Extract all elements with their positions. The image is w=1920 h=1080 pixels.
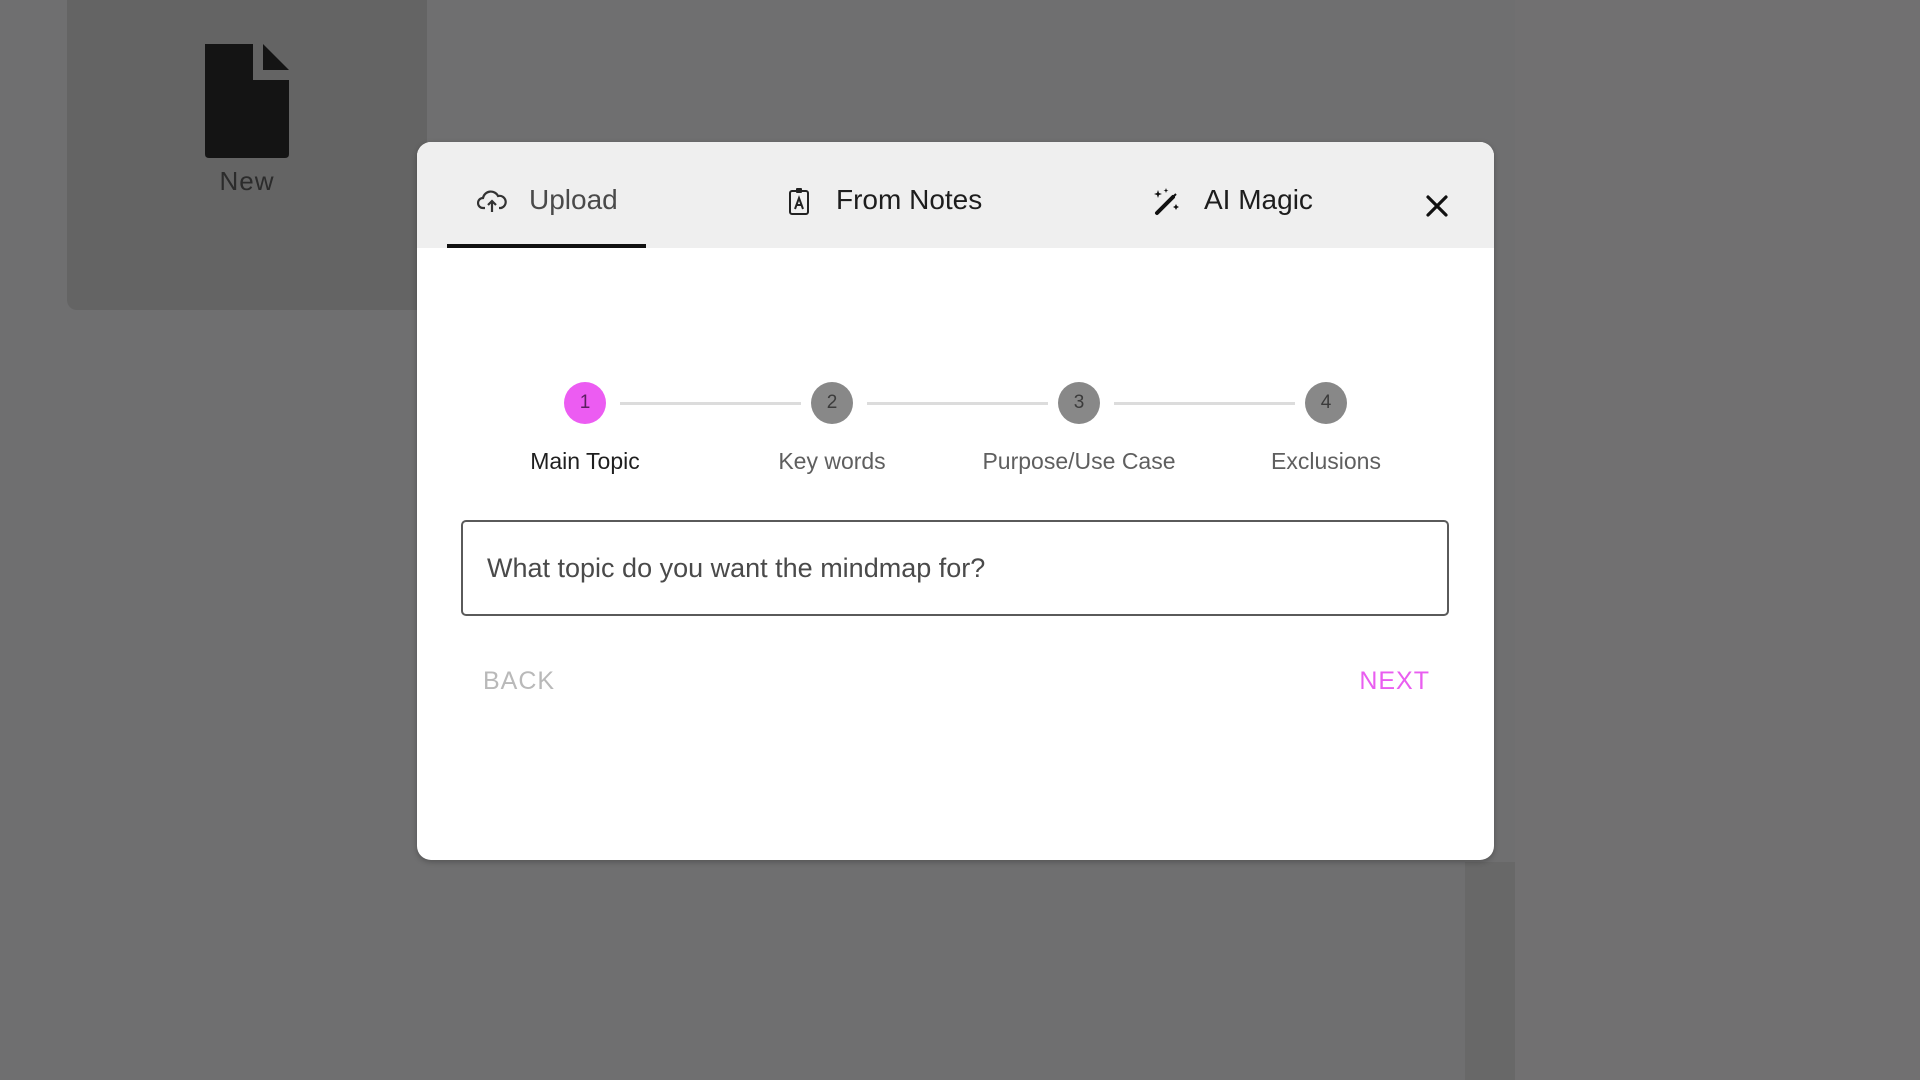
magic-wand-icon — [1154, 188, 1179, 215]
step-number: 1 — [564, 382, 606, 424]
create-mindmap-dialog: Upload From Notes AI Magic 1 Main Topic … — [417, 142, 1494, 860]
step-label: Main Topic — [530, 448, 640, 474]
tab-ai-magic[interactable]: AI Magic — [1152, 182, 1313, 248]
topic-input[interactable] — [461, 520, 1449, 616]
step-number: 4 — [1305, 382, 1347, 424]
step-key-words: 2 Key words — [707, 382, 957, 475]
step-label: Key words — [778, 448, 886, 474]
step-number: 3 — [1058, 382, 1100, 424]
step-exclusions: 4 Exclusions — [1201, 382, 1451, 475]
tab-upload[interactable]: Upload — [447, 182, 646, 248]
tab-ai-magic-label: AI Magic — [1204, 184, 1313, 215]
background-strip — [1465, 862, 1515, 1080]
tab-upload-label: Upload — [529, 184, 618, 215]
dialog-tab-bar: Upload From Notes AI Magic — [417, 142, 1494, 248]
close-icon[interactable] — [1423, 192, 1451, 220]
tab-from-notes[interactable]: From Notes — [784, 182, 982, 248]
right-background-panel — [1515, 0, 1920, 1080]
cloud-upload-icon — [477, 190, 507, 212]
tab-from-notes-label: From Notes — [836, 184, 983, 215]
clipboard-account-icon — [789, 188, 809, 215]
step-purpose-use-case: 3 Purpose/Use Case — [954, 382, 1204, 475]
stepper: 1 Main Topic 2 Key words 3 Purpose/Use C… — [417, 382, 1494, 492]
new-file-tile[interactable]: New — [67, 0, 427, 310]
new-file-label: New — [219, 166, 275, 196]
step-label: Exclusions — [1271, 448, 1381, 474]
back-button[interactable]: BACK — [483, 667, 555, 696]
step-number: 2 — [811, 382, 853, 424]
file-icon — [205, 44, 289, 158]
step-main-topic: 1 Main Topic — [460, 382, 710, 475]
next-button[interactable]: NEXT — [1359, 667, 1430, 696]
step-label: Purpose/Use Case — [982, 448, 1176, 474]
